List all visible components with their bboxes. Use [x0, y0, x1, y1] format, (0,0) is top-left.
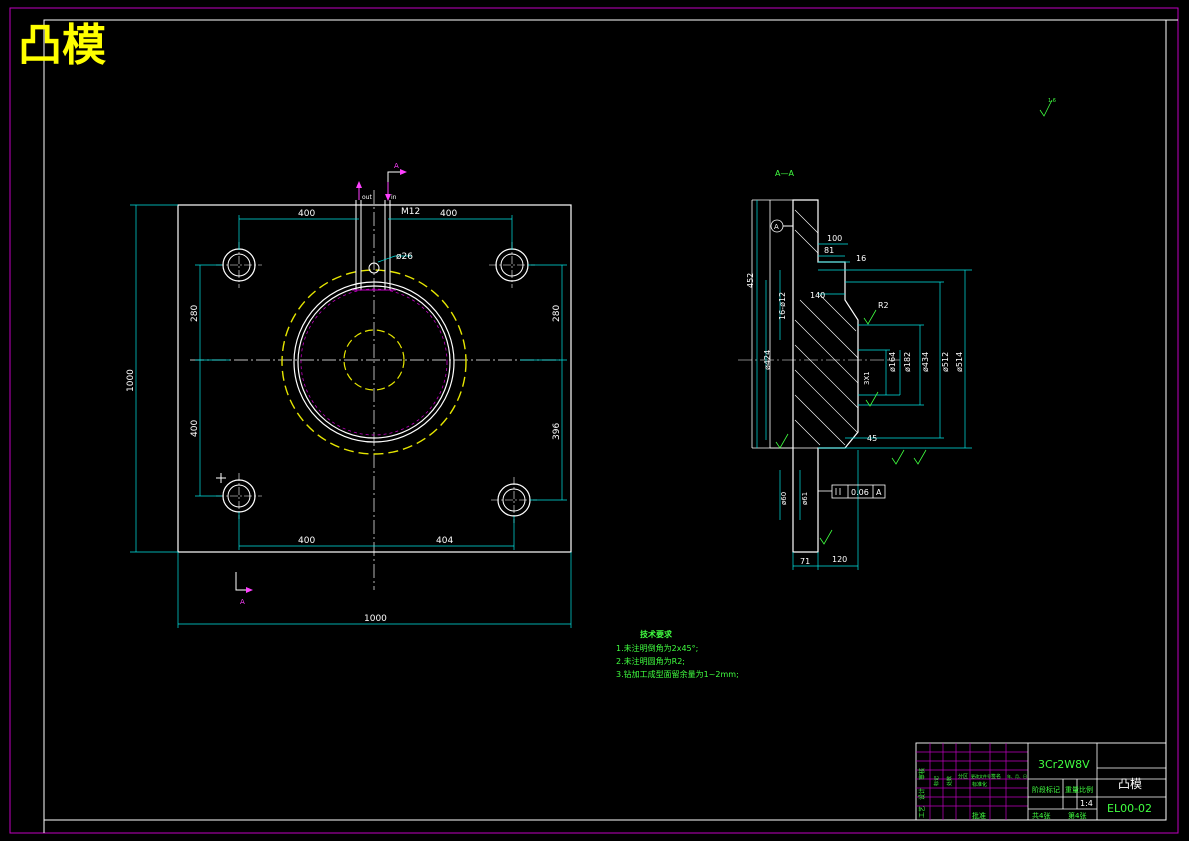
dim-width-total: 1000: [364, 614, 387, 624]
head-label-count: 处数: [946, 776, 953, 786]
section-label: A—A: [775, 169, 794, 178]
dim-140: 140: [810, 291, 825, 300]
dim-phi61: ø61: [801, 492, 809, 505]
head-label-sign: 签名: [991, 773, 1001, 780]
scale: 1:4: [1080, 799, 1093, 808]
dim-3x1: 3X1: [863, 371, 871, 385]
head-label-zone: 分区: [958, 773, 968, 780]
notes-heading: 技术要求: [640, 629, 673, 639]
dim-452: 452: [746, 273, 755, 288]
part-name: 凸模: [1118, 777, 1142, 791]
dim-top-left: 400: [298, 209, 315, 219]
head-label-date: 年、月、日: [1007, 773, 1027, 779]
notes-line-3: 3.钻加工成型面留余量为1~2mm;: [616, 669, 739, 679]
dim-bottom-left: 400: [298, 536, 315, 546]
standard-label: 标准化: [972, 781, 987, 788]
section-mark-top: A: [394, 162, 399, 170]
sheet-number: 第4张: [1068, 811, 1086, 820]
drawing-number: EL00-02: [1107, 802, 1152, 815]
material: 3Cr2W8V: [1038, 758, 1090, 771]
dim-hole: ø26: [396, 252, 413, 262]
notes-line-2: 2.未注明圆角为R2;: [616, 656, 685, 666]
tolerance-datum: A: [876, 488, 882, 497]
dim-height-total: 1000: [126, 369, 136, 392]
row-label-process: 工艺: [918, 806, 926, 818]
approve-label: 批准: [972, 811, 986, 820]
stage-mark: 阶段标记: [1032, 785, 1060, 794]
row-label-review: 审核: [918, 768, 926, 780]
dim-phi514: ø514: [955, 352, 964, 372]
dim-right-upper: 280: [552, 305, 562, 322]
dim-16-phi12: 16-ø12: [778, 292, 787, 320]
dim-left-upper: 280: [190, 305, 200, 322]
pipe-in-label: in: [391, 194, 397, 201]
dim-phi424: ø424: [763, 350, 772, 370]
pipe-out-label: out: [362, 194, 372, 201]
dim-right-lower: 396: [552, 423, 562, 440]
notes-line-1: 1.未注明倒角为2x45°;: [616, 643, 698, 653]
dim-r2: R2: [878, 301, 889, 310]
dim-left-lower: 400: [190, 420, 200, 437]
dim-phi164: ø164: [888, 352, 897, 372]
section-mark-bottom: A: [240, 598, 245, 606]
tolerance-value: 0.06: [851, 488, 869, 497]
dim-phi182: ø182: [903, 352, 912, 372]
dim-thread: M12: [401, 207, 420, 217]
drawing-title: 凸模: [18, 20, 106, 71]
dim-120: 120: [832, 555, 847, 564]
head-label-doc: 更改文件号: [971, 773, 991, 779]
datum-letter: A: [774, 223, 779, 231]
dim-45: 45: [867, 434, 877, 443]
roughness-value: 1.6: [1048, 98, 1056, 104]
dim-16: 16: [856, 254, 866, 263]
dim-bottom-right: 404: [436, 536, 453, 546]
drawing-sheet: 凸模 out in A A 400 400 M12 ø26 1000 280 4…: [0, 0, 1189, 841]
dim-top-right: 400: [440, 209, 457, 219]
dim-phi512: ø512: [941, 352, 950, 372]
row-label-design: 设计: [918, 788, 926, 800]
sheets-total: 共4张: [1032, 811, 1050, 820]
dim-phi60: ø60: [780, 492, 788, 505]
dim-81: 81: [824, 246, 834, 255]
dim-phi434: ø434: [921, 352, 930, 372]
weight: 重量: [1065, 786, 1079, 794]
ratio: 比例: [1079, 785, 1093, 794]
dim-100: 100: [827, 234, 842, 243]
dim-71: 71: [800, 557, 810, 566]
head-label-mark: 标记: [933, 776, 940, 786]
